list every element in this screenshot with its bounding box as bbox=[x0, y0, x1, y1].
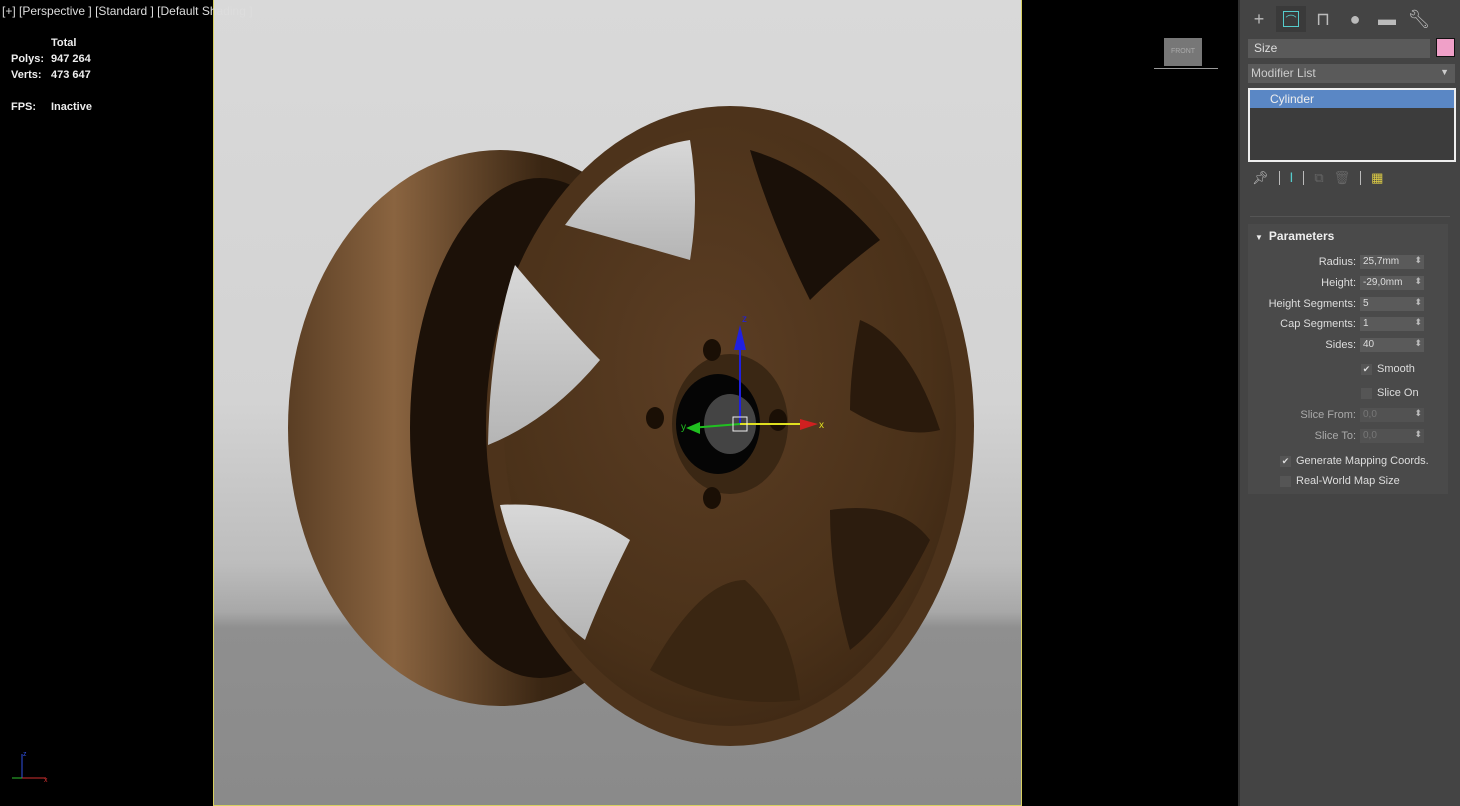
motion-icon: ● bbox=[1349, 8, 1361, 29]
generate-mapping-coords-checkbox[interactable]: ✔ Generate Mapping Coords. bbox=[1280, 455, 1429, 467]
viewport-menu-standard[interactable]: [Standard ] bbox=[95, 4, 154, 18]
verts-label: Verts: bbox=[11, 69, 42, 81]
verts-value: 473 647 bbox=[51, 69, 91, 81]
gizmo-z-label: z bbox=[742, 314, 747, 325]
configure-modifier-sets-icon[interactable]: ▦ bbox=[1371, 170, 1383, 186]
radius-label: Radius: bbox=[1318, 256, 1356, 268]
height-segments-spinner[interactable]: 5 bbox=[1360, 297, 1424, 311]
modifier-list-label: Modifier List bbox=[1251, 66, 1316, 80]
viewport-statistics: Total Polys: 947 264 Verts: 473 647 FPS: In… bbox=[11, 35, 92, 115]
slice-on-checkbox[interactable]: Slice On bbox=[1361, 387, 1419, 399]
command-panel-tabs: + ⌒ ⊓ ● ▬ 🔧︎ bbox=[1244, 6, 1434, 32]
rollout-title: Parameters bbox=[1268, 229, 1335, 243]
parameters-rollout: ▼Parameters Radius: 25,7mm Height: -29,0mm… bbox=[1248, 224, 1448, 494]
check-icon: ✔ bbox=[1361, 363, 1372, 375]
viewport-menu-plus[interactable]: [+] bbox=[2, 4, 16, 18]
pin-stack-icon[interactable]: 📌︎ bbox=[1252, 170, 1269, 186]
slice-from-spinner[interactable]: 0,0 bbox=[1360, 408, 1424, 422]
generate-mapping-label: Generate Mapping Coords. bbox=[1296, 455, 1429, 467]
fps-value: Inactive bbox=[51, 101, 92, 113]
viewcube[interactable]: FRONT bbox=[1154, 32, 1218, 72]
command-panel: + ⌒ ⊓ ● ▬ 🔧︎ Size Modifier List ▼ Cylinde… bbox=[1238, 0, 1460, 806]
viewport-menu-view[interactable]: [Perspective ] bbox=[19, 4, 92, 18]
real-world-map-size-checkbox[interactable]: Real-World Map Size bbox=[1280, 475, 1400, 487]
height-spinner[interactable]: -29,0mm bbox=[1360, 276, 1424, 290]
slice-from-label: Slice From: bbox=[1300, 409, 1356, 421]
sides-label: Sides: bbox=[1325, 339, 1356, 351]
sides-spinner[interactable]: 40 bbox=[1360, 338, 1424, 352]
smooth-checkbox[interactable]: ✔ Smooth bbox=[1361, 363, 1415, 375]
modifier-list-dropdown[interactable]: Modifier List ▼ bbox=[1248, 64, 1455, 83]
svg-text:x: x bbox=[44, 777, 48, 784]
svg-text:z: z bbox=[23, 751, 27, 758]
wheel-model[interactable]: z x y bbox=[0, 0, 1238, 806]
modifier-stack[interactable]: Cylinder bbox=[1248, 88, 1456, 162]
display-icon: ▬ bbox=[1378, 8, 1396, 29]
tab-create[interactable]: + bbox=[1244, 6, 1274, 32]
cap-segments-spinner[interactable]: 1 bbox=[1360, 317, 1424, 331]
viewcube-ring[interactable] bbox=[1154, 68, 1218, 69]
stats-header: Total bbox=[51, 37, 77, 49]
smooth-label: Smooth bbox=[1377, 363, 1415, 375]
slice-on-label: Slice On bbox=[1377, 387, 1419, 399]
check-icon: ✔ bbox=[1280, 455, 1291, 467]
cap-segments-label: Cap Segments: bbox=[1280, 318, 1356, 330]
stack-toolbar: 📌︎ Ⅰ ⧉ 🗑︎ ▦ bbox=[1252, 170, 1383, 186]
hierarchy-icon: ⊓ bbox=[1315, 8, 1331, 29]
real-world-label: Real-World Map Size bbox=[1296, 475, 1400, 487]
world-axis-tripod-icon: zx bbox=[12, 751, 48, 784]
remove-modifier-icon[interactable]: 🗑︎ bbox=[1334, 170, 1351, 186]
make-unique-icon[interactable]: ⧉ bbox=[1314, 170, 1323, 186]
chevron-down-icon: ▼ bbox=[1440, 67, 1449, 77]
panel-divider[interactable] bbox=[1250, 216, 1450, 217]
viewport-label-menu: [+] [Perspective ] [Standard ] [Default … bbox=[2, 4, 253, 18]
plus-icon: + bbox=[1253, 8, 1265, 29]
fps-label: FPS: bbox=[11, 101, 37, 113]
polys-label: Polys: bbox=[11, 53, 45, 65]
slice-to-spinner[interactable]: 0,0 bbox=[1360, 429, 1424, 443]
object-color-swatch[interactable] bbox=[1436, 38, 1455, 57]
tab-display[interactable]: ▬ bbox=[1372, 6, 1402, 32]
modify-icon: ⌒ bbox=[1283, 11, 1299, 27]
slice-to-label: Slice To: bbox=[1314, 430, 1356, 442]
viewport-menu-shading[interactable]: [Default Shading ] bbox=[157, 4, 252, 18]
object-name-field[interactable]: Size bbox=[1248, 39, 1430, 58]
tab-motion[interactable]: ● bbox=[1340, 6, 1370, 32]
gizmo-y-label: y bbox=[681, 422, 686, 433]
tab-modify[interactable]: ⌒ bbox=[1276, 6, 1306, 32]
viewcube-face-front[interactable]: FRONT bbox=[1164, 38, 1202, 66]
polys-value: 947 264 bbox=[51, 53, 91, 65]
perspective-viewport[interactable]: z x y [+] [Perspective ] [Standard ] [De… bbox=[0, 0, 1238, 806]
gizmo-x-label: x bbox=[819, 420, 824, 431]
stack-item-cylinder[interactable]: Cylinder bbox=[1250, 90, 1454, 108]
height-label: Height: bbox=[1321, 277, 1356, 289]
height-segments-label: Height Segments: bbox=[1268, 298, 1356, 310]
tab-utilities[interactable]: 🔧︎ bbox=[1404, 6, 1434, 32]
radius-spinner[interactable]: 25,7mm bbox=[1360, 255, 1424, 269]
wrench-icon: 🔧︎ bbox=[1407, 8, 1431, 29]
show-end-result-icon[interactable]: Ⅰ bbox=[1290, 170, 1294, 186]
tab-hierarchy[interactable]: ⊓ bbox=[1308, 6, 1338, 32]
rollout-header[interactable]: ▼ Parameters bbox=[1248, 224, 1448, 248]
